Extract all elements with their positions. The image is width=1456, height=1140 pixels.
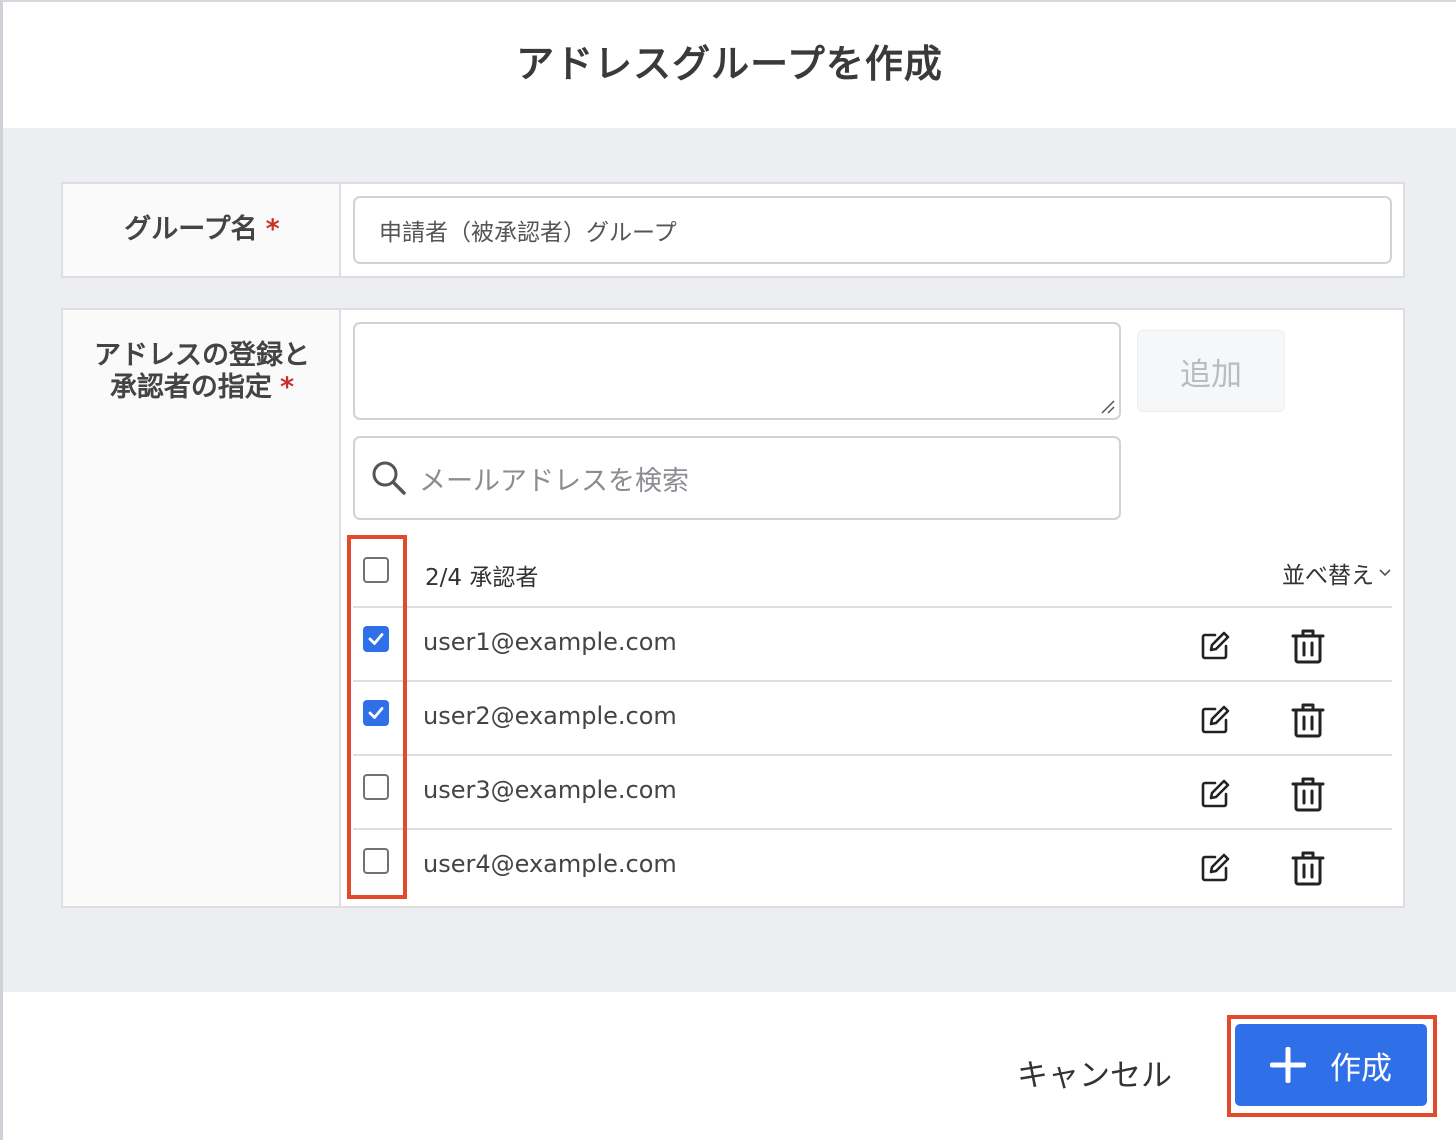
create-button-highlight bbox=[1227, 1015, 1437, 1117]
edit-icon[interactable] bbox=[1199, 778, 1231, 810]
group-name-input[interactable]: 申請者（被承認者）グループ bbox=[353, 196, 1392, 264]
add-button[interactable]: 追加 bbox=[1137, 330, 1285, 412]
sort-button[interactable]: 並べ替え bbox=[1282, 556, 1392, 590]
address-label-line2: 承認者の指定 bbox=[109, 372, 272, 403]
edit-icon[interactable] bbox=[1199, 704, 1231, 736]
group-name-label-cell: グループ名 * bbox=[63, 184, 341, 276]
address-label-cell: アドレスの登録と 承認者の指定 * bbox=[63, 310, 341, 906]
list-item: user3@example.com bbox=[353, 756, 1392, 830]
edit-icon[interactable] bbox=[1199, 852, 1231, 884]
search-placeholder: メールアドレスを検索 bbox=[419, 465, 689, 497]
address-textarea[interactable] bbox=[353, 322, 1121, 420]
sort-label: 並べ替え bbox=[1282, 563, 1374, 589]
address-label-line2-wrap: 承認者の指定 * bbox=[63, 372, 341, 404]
cancel-button[interactable]: キャンセル bbox=[1017, 1050, 1172, 1095]
resize-grip-icon[interactable] bbox=[1099, 398, 1115, 414]
group-name-label: グループ名 * bbox=[63, 214, 341, 246]
address-label: アドレスの登録と 承認者の指定 * bbox=[63, 340, 341, 404]
email-search-input[interactable]: メールアドレスを検索 bbox=[353, 436, 1121, 520]
group-name-label-text: グループ名 bbox=[124, 214, 258, 245]
address-group-dialog: アドレスグループを作成 グループ名 * 申請者（被承認者）グループ アドレスの登録… bbox=[0, 0, 1456, 1140]
email-address: user2@example.com bbox=[423, 702, 677, 730]
search-icon bbox=[372, 461, 406, 495]
list-item: user2@example.com bbox=[353, 682, 1392, 756]
address-row: アドレスの登録と 承認者の指定 * 追加 メールアドレスを検索 2/4 承認者 … bbox=[61, 308, 1405, 908]
trash-icon[interactable] bbox=[1291, 702, 1325, 738]
list-header: 2/4 承認者 並べ替え bbox=[353, 536, 1392, 608]
dialog-title: アドレスグループを作成 bbox=[516, 41, 943, 86]
email-address: user4@example.com bbox=[423, 850, 677, 878]
group-name-row: グループ名 * 申請者（被承認者）グループ bbox=[61, 182, 1405, 278]
trash-icon[interactable] bbox=[1291, 776, 1325, 812]
approver-list: 2/4 承認者 並べ替え user1@example.com user2@exa… bbox=[353, 536, 1392, 904]
trash-icon[interactable] bbox=[1291, 628, 1325, 664]
dialog-header: アドレスグループを作成 bbox=[3, 2, 1456, 128]
dialog-body: グループ名 * 申請者（被承認者）グループ アドレスの登録と 承認者の指定 * 追加 bbox=[3, 128, 1456, 992]
edit-icon[interactable] bbox=[1199, 630, 1231, 662]
email-address: user3@example.com bbox=[423, 776, 677, 804]
required-mark: * bbox=[279, 372, 295, 403]
trash-icon[interactable] bbox=[1291, 850, 1325, 886]
address-label-line1: アドレスの登録と bbox=[94, 340, 310, 371]
list-item: user1@example.com bbox=[353, 608, 1392, 682]
checkbox-highlight bbox=[347, 535, 407, 899]
required-mark: * bbox=[265, 214, 280, 245]
chevron-down-icon bbox=[1379, 569, 1391, 577]
approver-count: 2/4 承認者 bbox=[425, 565, 539, 591]
email-address: user1@example.com bbox=[423, 628, 677, 656]
list-item: user4@example.com bbox=[353, 830, 1392, 904]
